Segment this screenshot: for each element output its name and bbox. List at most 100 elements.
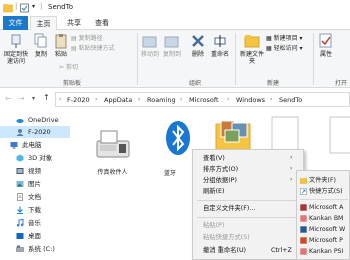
file-item[interactable] <box>328 115 350 154</box>
dropdown-icon: ▾ <box>297 35 303 42</box>
paste-shortcut-button[interactable]: ▤ 粘贴快捷方式 <box>71 45 115 52</box>
nav-item-music[interactable]: 音乐 <box>0 217 70 229</box>
file-item[interactable]: 传真收件人 <box>85 125 140 185</box>
copy-label: 复制 <box>34 51 47 58</box>
properties-button[interactable]: 属性 <box>317 33 335 58</box>
quick-access-dropdown-icon[interactable]: ▾ <box>32 3 35 10</box>
submenu-item-microsoft-word[interactable]: Microsoft W <box>309 225 345 234</box>
up-arrow-icon[interactable]: ↑ <box>43 93 50 102</box>
nav-item-onedrive[interactable]: OneDrive <box>0 114 70 126</box>
ribbon-separator <box>313 33 314 85</box>
organize-group-label: 组织 <box>188 80 201 87</box>
document-icon <box>329 116 350 154</box>
nav-label: 文档 <box>28 193 41 201</box>
menu-item-paste[interactable]: 粘贴(P) <box>203 221 224 230</box>
nav-item-desktop[interactable]: 桌面 <box>0 230 70 242</box>
breadcrumb[interactable]: › F-2020 › AppData › Roaming › Microsoft… <box>55 92 350 107</box>
paste-button[interactable]: 粘贴 <box>52 33 70 58</box>
move-to-label: 移动到 <box>140 51 159 58</box>
menu-item-group-by[interactable]: 分组依据(P) <box>203 176 237 185</box>
tab-share[interactable]: 共享 <box>62 16 86 30</box>
menu-shortcut: Ctrl+Z <box>271 247 292 254</box>
rename-icon <box>214 35 226 47</box>
chevron-right-icon: › <box>290 165 293 172</box>
pin-icon <box>11 34 21 48</box>
chevron-right-icon: › <box>227 96 230 103</box>
divider: | <box>40 2 43 10</box>
paste-shortcut-label: 粘贴快捷方式 <box>78 45 115 52</box>
file-label: 传真收件人 <box>97 169 128 176</box>
crumb-appdata[interactable]: AppData <box>104 96 132 104</box>
submenu-item-kankan-bmp[interactable]: Kankan BM <box>309 214 343 223</box>
copy-to-icon <box>164 36 179 48</box>
easy-access-label: 轻松访问 <box>273 45 298 52</box>
copy-button[interactable]: 复制 <box>33 33 49 58</box>
crumb-roaming[interactable]: Roaming <box>147 96 176 104</box>
crumb-sendto[interactable]: SendTo <box>279 96 302 104</box>
rename-label: 重命名 <box>210 51 229 58</box>
menu-item-paste-shortcut[interactable]: 粘贴快捷方式(S) <box>203 233 250 242</box>
divider: | <box>15 2 18 10</box>
nav-item-f-2020[interactable]: F-2020 <box>0 126 70 138</box>
submenu-item-folder[interactable]: 文件夹(F) <box>309 176 336 185</box>
back-arrow-icon[interactable]: ← <box>5 94 12 103</box>
powerpoint-icon <box>300 237 307 244</box>
menu-separator <box>197 217 301 218</box>
tab-view[interactable]: 查看 <box>90 16 114 30</box>
tab-home[interactable]: 主页 <box>30 16 57 30</box>
easy-access-button[interactable]: ▦ 轻松访问 ▾ <box>266 45 303 52</box>
copy-to-button[interactable]: 复制到 <box>162 33 182 58</box>
computer-icon <box>10 142 18 149</box>
nav-item-documents[interactable]: 文档 <box>0 191 70 203</box>
menu-item-refresh[interactable]: 刷新(E) <box>203 187 225 196</box>
delete-button[interactable]: 删除 <box>189 33 207 58</box>
chevron-right-icon: › <box>59 96 62 103</box>
new-folder-icon <box>244 35 260 48</box>
nav-label: 视频 <box>28 167 41 175</box>
picture-icon <box>16 181 24 187</box>
crumb-windows[interactable]: Windows <box>236 96 265 104</box>
crumb-f-2020[interactable]: F-2020 <box>67 96 90 104</box>
image-file-icon <box>300 215 307 222</box>
submenu-item-microsoft-powerpoint[interactable]: Microsoft P <box>309 236 343 245</box>
submenu-item-kankan-psd[interactable]: Kankan PSI <box>309 247 343 256</box>
menu-item-undo-rename[interactable]: 撤消 重命名(U) <box>203 246 246 255</box>
move-to-button[interactable]: 移动到 <box>140 33 160 58</box>
submenu-item-microsoft-access[interactable]: Microsoft A <box>309 203 343 212</box>
recent-dropdown-icon[interactable]: ▾ <box>32 95 35 102</box>
nav-item-3d-objects[interactable]: 3D 对象 <box>0 152 70 164</box>
nav-label: OneDrive <box>28 116 59 124</box>
menu-item-sort-by[interactable]: 排序方式(O) <box>203 165 238 174</box>
nav-label: 此电脑 <box>22 141 42 149</box>
address-bar: ← → ▾ ↑ › F-2020 › AppData › Roaming › M… <box>0 88 350 110</box>
forward-arrow-icon[interactable]: → <box>18 94 25 103</box>
new-group-label: 新建 <box>266 80 279 87</box>
file-item[interactable] <box>270 115 300 154</box>
rename-button[interactable]: 重命名 <box>210 33 230 58</box>
download-icon <box>17 206 23 214</box>
easy-access-icon: ▦ <box>266 45 274 52</box>
menu-item-customize-folder[interactable]: 自定义文件夹(F)... <box>203 204 255 213</box>
crumb-microsoft[interactable]: Microsoft <box>189 96 219 104</box>
nav-item-this-pc[interactable]: 此电脑 <box>0 139 70 151</box>
nav-label: 系统 (C:) <box>28 245 55 253</box>
cut-label: 剪切 <box>65 64 78 71</box>
tab-file[interactable]: 文件 <box>3 16 28 30</box>
copy-path-button[interactable]: ▤ 复制路径 <box>71 35 103 42</box>
new-item-button[interactable]: ▦ 新建项目 ▾ <box>266 35 303 42</box>
nav-item-videos[interactable]: 视频 <box>0 165 70 177</box>
checkbox-icon[interactable] <box>20 3 29 13</box>
nav-item-pictures[interactable]: 图片 <box>0 178 70 190</box>
ribbon-separator <box>235 33 236 85</box>
music-icon <box>16 219 24 227</box>
clipboard-group-label: 剪贴板 <box>62 80 81 87</box>
nav-item-downloads[interactable]: 下载 <box>0 204 70 216</box>
menu-item-view[interactable]: 查看(V) <box>203 154 225 163</box>
submenu-item-shortcut[interactable]: 快捷方式(S) <box>309 187 343 196</box>
chevron-right-icon: › <box>95 96 98 103</box>
new-folder-button[interactable]: 新建文件夹 <box>238 33 266 65</box>
cut-button[interactable]: ✂ 剪切 <box>59 64 78 71</box>
fax-machine-icon <box>96 130 130 158</box>
nav-item-system-c[interactable]: 系统 (C:) <box>0 243 70 255</box>
pin-quick-access-button[interactable]: 固定到快速访问 <box>2 33 30 65</box>
